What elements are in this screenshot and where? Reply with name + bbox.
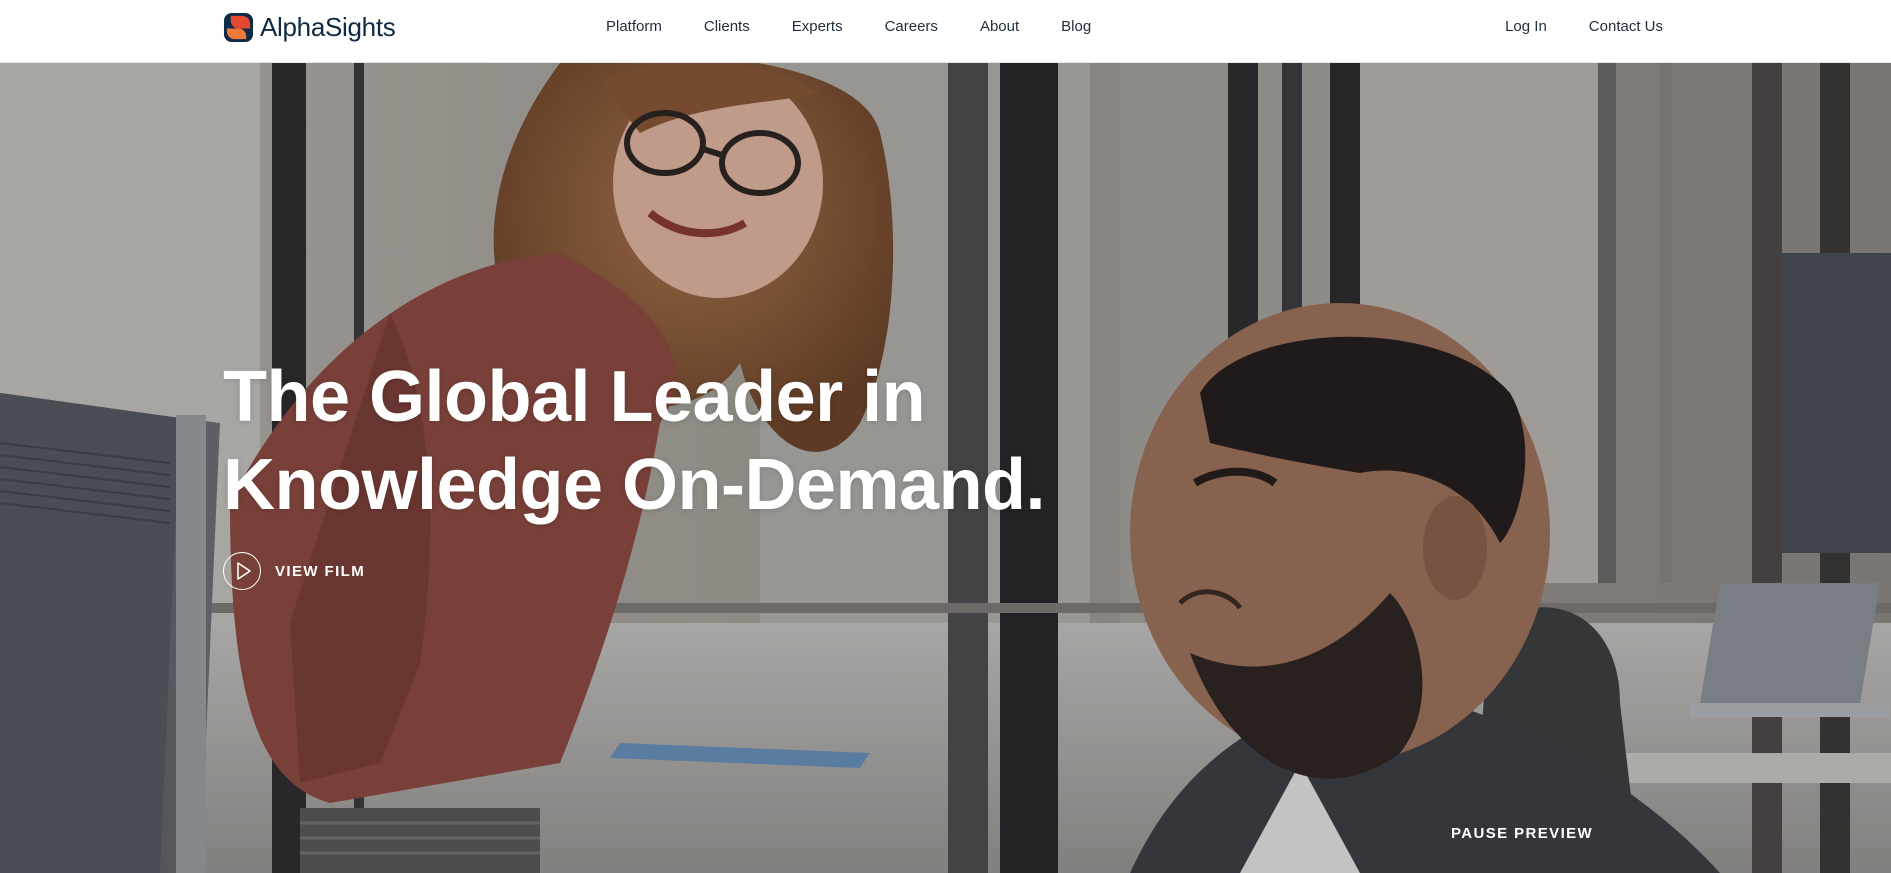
alphasights-logo[interactable]: AlphaSights <box>223 11 396 43</box>
nav-link-platform[interactable]: Platform <box>606 18 662 35</box>
hero-section: The Global Leader in Knowledge On-Demand… <box>0 63 1891 873</box>
main-nav: Platform Clients Experts Careers About B… <box>606 0 1091 52</box>
log-in-link[interactable]: Log In <box>1505 18 1547 35</box>
nav-link-careers[interactable]: Careers <box>885 18 938 35</box>
pause-preview-button[interactable]: PAUSE PREVIEW <box>1451 825 1593 842</box>
alphasights-logo-icon <box>223 12 254 42</box>
hero-headline: The Global Leader in Knowledge On-Demand… <box>223 353 1123 529</box>
nav-link-blog[interactable]: Blog <box>1061 18 1091 35</box>
hero-headline-line-2: Knowledge On-Demand. <box>223 445 1046 525</box>
nav-link-experts[interactable]: Experts <box>792 18 843 35</box>
view-film-button[interactable]: VIEW FILM <box>223 551 365 591</box>
utility-nav: Log In Contact Us <box>1463 0 1663 52</box>
hero-headline-line-1: The Global Leader in <box>223 357 926 437</box>
play-circle <box>223 552 261 590</box>
view-film-label: VIEW FILM <box>275 562 366 580</box>
play-icon <box>236 562 251 580</box>
brand-name: AlphaSights <box>260 11 396 42</box>
nav-link-about[interactable]: About <box>980 18 1019 35</box>
contact-us-link[interactable]: Contact Us <box>1589 18 1663 35</box>
nav-link-clients[interactable]: Clients <box>704 18 750 35</box>
site-header: AlphaSights Platform Clients Experts Car… <box>0 0 1891 63</box>
